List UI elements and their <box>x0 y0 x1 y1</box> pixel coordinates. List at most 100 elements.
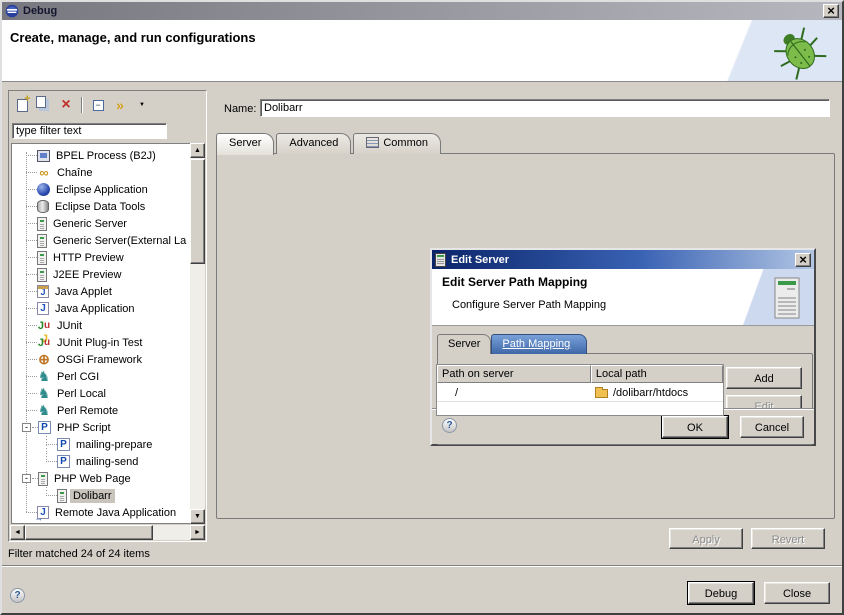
tab-common[interactable]: Common <box>353 133 441 154</box>
cancel-button[interactable]: Cancel <box>740 416 804 438</box>
banner: Create, manage, and run configurations <box>2 20 842 82</box>
tree-item-php-web-page[interactable]: -PHP Web Page <box>12 470 190 487</box>
empty-table-row <box>437 401 723 415</box>
server-path-cell: / <box>437 383 591 401</box>
tree-item-label: BPEL Process (B2J) <box>53 149 159 163</box>
window-close-button[interactable] <box>823 4 839 18</box>
tree-item-cha-ne[interactable]: Chaîne <box>12 164 190 181</box>
banner-heading: Create, manage, and run configurations <box>10 30 256 45</box>
tree-item-junit[interactable]: JUnit <box>12 317 190 334</box>
vertical-scroll-thumb[interactable] <box>190 159 205 264</box>
server-tower-icon <box>774 277 800 319</box>
config-tree-body: BPEL Process (B2J) ChaîneEclipse Applicat… <box>12 144 190 521</box>
tree-toolbar <box>12 94 152 116</box>
tree-item-label: JUnit <box>54 319 85 333</box>
mapping-table-body: //dolibarr/htdocs <box>437 383 723 401</box>
dialog-close-button[interactable] <box>795 253 811 267</box>
tree-item-php-script[interactable]: -PHP Script <box>12 419 190 436</box>
tree-item-label: Perl Local <box>54 387 109 401</box>
collapse-toggle-icon[interactable]: - <box>22 423 31 432</box>
tab-advanced[interactable]: Advanced <box>276 133 351 154</box>
column-path-on-server[interactable]: Path on server <box>437 365 591 383</box>
tree-item-junit-plug-in-test[interactable]: JUnit Plug-in Test <box>12 334 190 351</box>
ok-button[interactable]: OK <box>662 416 728 438</box>
tab-server[interactable]: Server <box>216 133 274 155</box>
tree-item-remote-java-application[interactable]: Remote Java Application <box>12 504 190 521</box>
debug-window: Debug Create, manage, and run configurat… <box>0 0 844 615</box>
mapping-row[interactable]: //dolibarr/htdocs <box>437 383 723 401</box>
tree-vertical-scrollbar[interactable]: ▲ ▼ <box>190 143 205 524</box>
dialog-title-bar: Edit Server <box>432 250 814 269</box>
config-tree: BPEL Process (B2J) ChaîneEclipse Applicat… <box>11 143 191 524</box>
junit-icon <box>37 319 51 333</box>
menu-caret-icon[interactable] <box>132 96 152 114</box>
help-icon[interactable]: ? <box>10 588 25 603</box>
revert-button[interactable]: Revert <box>751 528 825 549</box>
tree-item-perl-cgi[interactable]: Perl CGI <box>12 368 190 385</box>
collapse-toggle-icon[interactable]: - <box>22 474 31 483</box>
chain-icon <box>37 166 51 180</box>
close-button[interactable]: Close <box>764 582 830 604</box>
tree-item-bpel-process-b2j[interactable]: BPEL Process (B2J) <box>12 147 190 164</box>
tree-horizontal-scrollbar[interactable]: ◄ ► <box>10 525 205 540</box>
footer-separator <box>2 565 842 567</box>
dialog-tab-server[interactable]: Server <box>437 334 491 354</box>
tree-item-label: Generic Server(External La <box>50 234 189 248</box>
scroll-down-icon[interactable]: ▼ <box>190 509 205 524</box>
camel-icon <box>37 404 51 418</box>
tree-item-dolibarr[interactable]: Dolibarr <box>12 487 190 504</box>
dialog-help-icon[interactable]: ? <box>442 418 457 433</box>
mapping-table-header: Path on server Local path <box>437 365 723 383</box>
server-icon <box>435 253 446 267</box>
remote-icon <box>37 506 49 519</box>
php-icon <box>38 421 51 434</box>
tree-item-java-application[interactable]: Java Application <box>12 300 190 317</box>
dialog-tabs: Server Path Mapping <box>437 334 587 354</box>
duplicate-icon[interactable] <box>34 96 54 114</box>
tree-item-label: Remote Java Application <box>52 506 179 520</box>
window-title: Debug <box>23 5 819 17</box>
scroll-right-icon[interactable]: ► <box>190 525 205 540</box>
new-configuration-icon[interactable] <box>12 96 32 114</box>
scroll-left-icon[interactable]: ◄ <box>10 525 25 540</box>
tree-item-generic-server-external-la[interactable]: Generic Server(External La <box>12 232 190 249</box>
dialog-heading: Edit Server Path Mapping <box>442 275 587 289</box>
apply-button[interactable]: Apply <box>669 528 743 549</box>
tree-item-label: Chaîne <box>54 166 95 180</box>
server-icon <box>37 268 47 282</box>
tree-item-label: HTTP Preview <box>50 251 127 265</box>
eclipse-icon <box>5 4 19 18</box>
dialog-header: Edit Server Path Mapping Configure Serve… <box>432 269 814 326</box>
delete-icon[interactable] <box>56 96 76 114</box>
config-tabs: Server Advanced Common <box>216 133 443 154</box>
collapse-all-icon[interactable] <box>88 96 108 114</box>
tree-item-label: Generic Server <box>50 217 130 231</box>
tree-item-j2ee-preview[interactable]: J2EE Preview <box>12 266 190 283</box>
tree-item-mailing-send[interactable]: mailing-send <box>12 453 190 470</box>
tree-item-label: mailing-send <box>73 455 141 469</box>
scroll-up-icon[interactable]: ▲ <box>190 143 205 158</box>
tree-item-label: Eclipse Data Tools <box>52 200 148 214</box>
dialog-subheading: Configure Server Path Mapping <box>452 299 606 311</box>
tree-item-perl-local[interactable]: Perl Local <box>12 385 190 402</box>
tree-item-http-preview[interactable]: HTTP Preview <box>12 249 190 266</box>
tree-item-perl-remote[interactable]: Perl Remote <box>12 402 190 419</box>
name-input[interactable] <box>260 99 830 117</box>
debug-button[interactable]: Debug <box>688 582 754 604</box>
bpel-icon <box>37 150 50 162</box>
horizontal-scroll-thumb[interactable] <box>25 525 153 540</box>
tree-item-mailing-prepare[interactable]: mailing-prepare <box>12 436 190 453</box>
tree-item-eclipse-data-tools[interactable]: Eclipse Data Tools <box>12 198 190 215</box>
tree-item-osgi-framework[interactable]: OSGi Framework <box>12 351 190 368</box>
title-bar: Debug <box>2 2 842 20</box>
tree-item-java-applet[interactable]: Java Applet <box>12 283 190 300</box>
tree-item-generic-server[interactable]: Generic Server <box>12 215 190 232</box>
add-mapping-button[interactable]: Add <box>726 367 802 389</box>
dialog-tab-path-mapping[interactable]: Path Mapping <box>491 334 587 354</box>
filter-input[interactable] <box>12 123 167 139</box>
toolbar-separator <box>81 97 83 113</box>
filter-icon[interactable] <box>110 96 130 114</box>
php-icon <box>57 438 70 451</box>
column-local-path[interactable]: Local path <box>591 365 723 383</box>
tree-item-eclipse-application[interactable]: Eclipse Application <box>12 181 190 198</box>
